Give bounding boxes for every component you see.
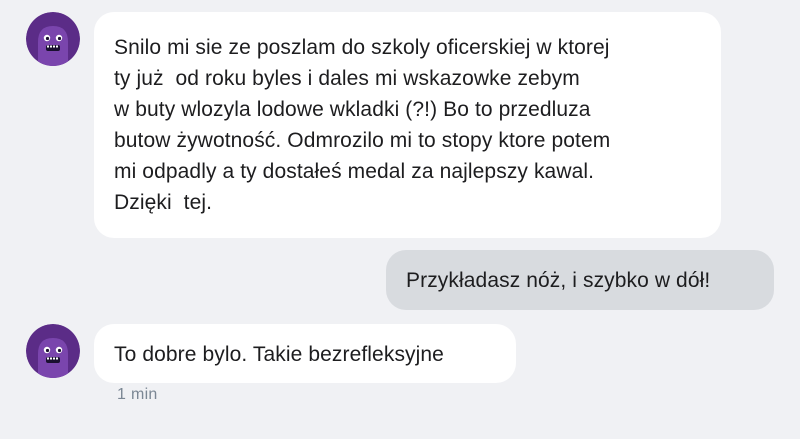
outgoing-message-bubble[interactable]: Przykładasz nóż, i szybko w dół! [386, 250, 774, 310]
message-text-line: Snilo mi sie ze poszlam do szkoly oficer… [114, 36, 610, 59]
message-text-line: mi odpadly a ty dostałeś medal za najlep… [114, 160, 595, 183]
message-text: Przykładasz nóż, i szybko w dół! [406, 269, 711, 292]
message-text-line: ty już od roku byles i dales mi wskazowk… [114, 67, 580, 90]
message-text: To dobre bylo. Takie bezrefleksyjne [114, 343, 444, 366]
purple-ghost-avatar-icon [26, 324, 80, 378]
incoming-message-bubble[interactable]: Snilo mi sie ze poszlam do szkoly oficer… [94, 12, 721, 238]
message-text-line: w buty wlozyla lodowe wkladki (?!) Bo to… [114, 98, 591, 121]
sender-avatar[interactable] [26, 324, 80, 378]
incoming-message-bubble[interactable]: To dobre bylo. Takie bezrefleksyjne [94, 324, 516, 383]
message-text-line: butow żywotność. Odmrozilo mi to stopy k… [114, 129, 611, 152]
message-text-line: Dzięki tej. [114, 191, 213, 214]
purple-ghost-avatar-icon [26, 12, 80, 66]
sender-avatar[interactable] [26, 12, 80, 66]
message-timestamp: 1 min [117, 386, 158, 403]
